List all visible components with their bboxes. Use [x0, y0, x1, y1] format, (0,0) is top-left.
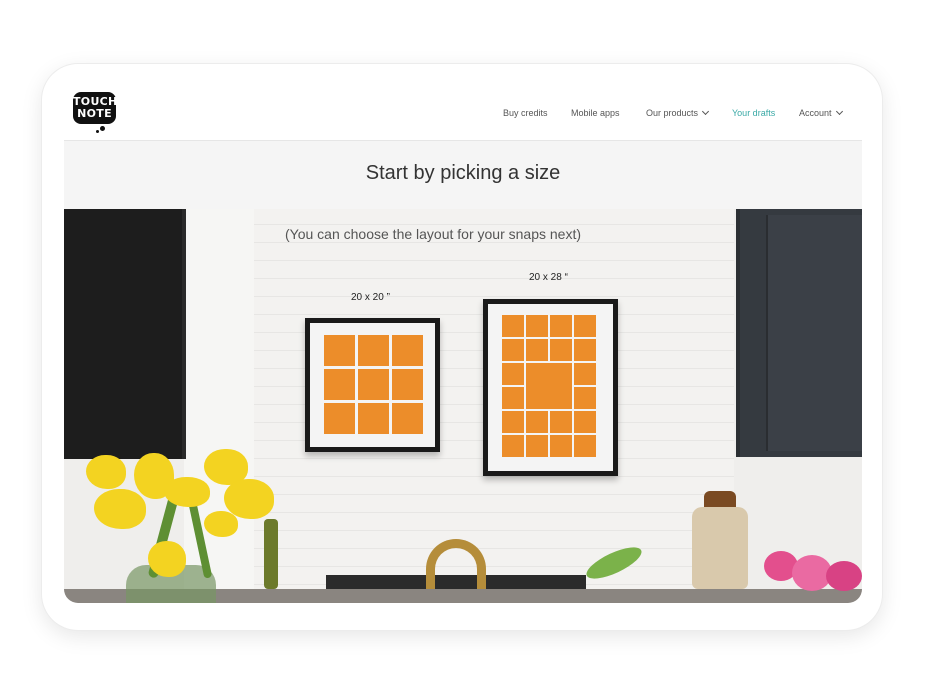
logo-line-2: NOTE	[77, 107, 112, 120]
photo-slot	[502, 387, 524, 409]
size-label-20x28: 20 x 28 “	[529, 272, 568, 283]
frame-option-20x28[interactable]	[483, 299, 618, 476]
size-label-20x20: 20 x 20 ”	[351, 292, 390, 303]
nav-our-products[interactable]: Our products	[646, 107, 710, 122]
page-title: Start by picking a size	[365, 162, 561, 184]
touchnote-logo[interactable]: TOUCH NOTE	[73, 92, 117, 124]
photo-slot	[574, 339, 596, 361]
nav-account-label: Account	[799, 108, 832, 118]
pink-flower	[826, 561, 862, 591]
photo-slot	[550, 315, 572, 337]
photo-slot	[392, 369, 423, 400]
page-subtitle: (You can choose the layout for your snap…	[285, 226, 581, 242]
wall	[184, 209, 264, 603]
photo-slot	[324, 403, 355, 434]
logo-dot-small	[96, 130, 99, 133]
photo-slot	[526, 435, 548, 457]
photo-slot	[526, 411, 548, 433]
yellow-flower	[204, 511, 238, 537]
photo-slot	[574, 435, 596, 457]
photo-slot	[502, 363, 524, 385]
logo-dot	[100, 126, 105, 131]
oil-bottle	[264, 519, 278, 589]
nav-your-drafts[interactable]: Your drafts	[732, 108, 775, 122]
nav-mobile-apps[interactable]: Mobile apps	[571, 108, 620, 122]
photo-slot	[502, 315, 524, 337]
photo-slot	[324, 369, 355, 400]
photo-slot-large	[526, 363, 572, 409]
right-cabinet	[736, 209, 862, 457]
left-cabinet	[64, 209, 186, 459]
yellow-flower	[164, 477, 210, 507]
photo-slot	[502, 435, 524, 457]
photo-slot	[550, 411, 572, 433]
yellow-flower	[94, 489, 146, 529]
photo-slot	[502, 411, 524, 433]
chevron-down-icon	[835, 107, 843, 116]
ceramic-jar	[692, 507, 748, 589]
photo-slot	[358, 369, 389, 400]
frame-option-20x20[interactable]	[305, 318, 440, 452]
photo-slot	[550, 339, 572, 361]
site-header: TOUCH NOTE Buy credits Mobile apps Our p…	[64, 80, 862, 141]
nav-our-products-label: Our products	[646, 108, 699, 118]
cabinet-door	[766, 215, 862, 451]
photo-slot	[574, 363, 596, 385]
photo-slot	[574, 387, 596, 409]
photo-slot	[358, 335, 389, 366]
photo-slot	[392, 403, 423, 434]
screen: TOUCH NOTE Buy credits Mobile apps Our p…	[64, 80, 862, 603]
title-bar: Start by picking a size	[64, 141, 862, 209]
yellow-flower	[86, 455, 126, 489]
photo-slot	[358, 403, 389, 434]
photo-slot	[324, 335, 355, 366]
yellow-flower	[148, 541, 186, 577]
photo-slot	[574, 411, 596, 433]
photo-slot	[502, 339, 524, 361]
kitchen-background: (You can choose the layout for your snap…	[64, 209, 862, 603]
nav-account[interactable]: Account	[799, 107, 843, 122]
chevron-down-icon	[701, 107, 710, 116]
nav-buy-credits[interactable]: Buy credits	[503, 108, 548, 122]
photo-slot	[574, 315, 596, 337]
photo-slot	[526, 315, 548, 337]
photo-slot	[392, 335, 423, 366]
photo-slot	[526, 339, 548, 361]
photo-slot	[550, 435, 572, 457]
